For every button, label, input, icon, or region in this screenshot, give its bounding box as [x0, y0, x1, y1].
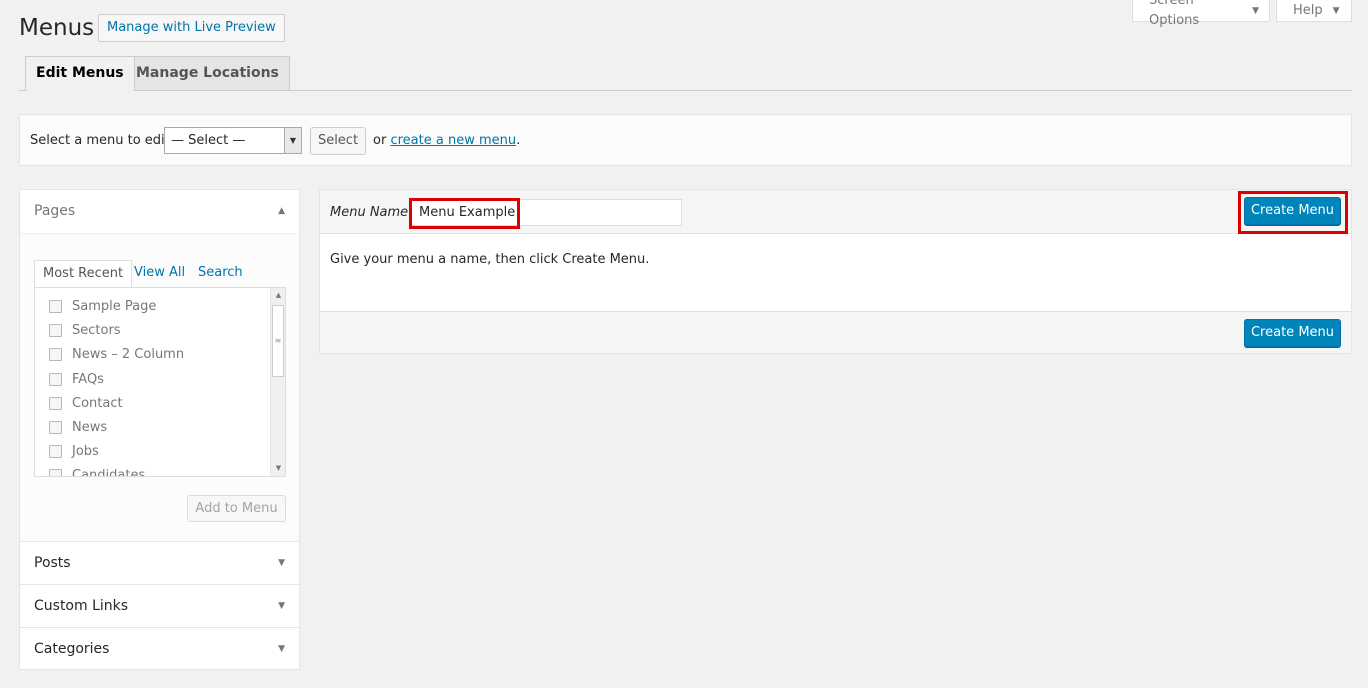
- page-label: News: [72, 419, 108, 435]
- menu-edit-panel: Menu Name Menu Example Create Menu Give …: [319, 189, 1352, 354]
- screen-options-tab[interactable]: Screen Options ▼: [1132, 0, 1270, 28]
- scroll-down-icon[interactable]: ▼: [271, 461, 285, 476]
- page-label: Jobs: [72, 443, 99, 459]
- accordion-custom-links[interactable]: Custom Links ▼: [20, 585, 299, 628]
- create-new-menu-link[interactable]: create a new menu: [390, 133, 516, 148]
- menu-select-dropdown[interactable]: — Select — ▼: [164, 127, 302, 154]
- caret-down-icon: ▼: [1332, 5, 1340, 16]
- caret-down-icon: ▼: [278, 644, 285, 654]
- menu-hint-text: Give your menu a name, then click Create…: [330, 252, 650, 267]
- caret-down-icon: ▼: [278, 558, 285, 568]
- checkbox[interactable]: [49, 444, 62, 458]
- period-text: .: [516, 133, 521, 148]
- caret-down-icon: ▼: [1252, 5, 1259, 16]
- create-menu-text: or create a new menu.: [373, 133, 520, 148]
- accordion-posts[interactable]: Posts ▼: [20, 542, 299, 585]
- menu-name-input[interactable]: Menu Example: [410, 199, 682, 226]
- help-tab[interactable]: Help ▼: [1276, 0, 1352, 22]
- tab-edit-menus[interactable]: Edit Menus: [25, 56, 135, 91]
- list-item[interactable]: News – 2 Column: [49, 344, 184, 364]
- scroll-thumb[interactable]: ≡: [272, 305, 284, 377]
- list-item[interactable]: Sample Page: [49, 296, 156, 316]
- list-item[interactable]: Jobs: [49, 441, 99, 461]
- list-item[interactable]: FAQs: [49, 369, 104, 389]
- caret-up-icon: ▲: [278, 206, 285, 216]
- select-button[interactable]: Select: [310, 127, 366, 155]
- pages-checklist: Sample Page Sectors News – 2 Column FAQs…: [34, 287, 286, 477]
- page-label: FAQs: [72, 371, 104, 387]
- create-menu-button-bottom[interactable]: Create Menu: [1244, 319, 1341, 347]
- nav-tab-divider: [19, 90, 1352, 91]
- menu-items-accordion: Pages ▲ Most Recent View All Search Samp…: [19, 189, 300, 670]
- checkbox[interactable]: [49, 347, 62, 361]
- checkbox[interactable]: [49, 299, 62, 313]
- list-item[interactable]: Contact: [49, 393, 123, 413]
- page-title: Menus: [19, 15, 95, 41]
- page-label: Contact: [72, 395, 123, 411]
- checkbox[interactable]: [49, 372, 62, 386]
- list-item[interactable]: News: [49, 417, 107, 437]
- tab-view-all[interactable]: View All: [134, 260, 185, 288]
- tab-most-recent[interactable]: Most Recent: [34, 260, 133, 288]
- live-preview-button[interactable]: Manage with Live Preview: [98, 14, 285, 42]
- accordion-pages-title: Pages: [34, 203, 76, 219]
- add-to-menu-button[interactable]: Add to Menu: [187, 495, 286, 522]
- select-menu-label: Select a menu to edit:: [30, 133, 175, 148]
- menu-edit-footer: Create Menu: [320, 311, 1351, 353]
- pages-panel: Most Recent View All Search Sample Page …: [20, 233, 299, 541]
- list-item[interactable]: Candidates: [49, 465, 146, 477]
- tab-search[interactable]: Search: [198, 260, 243, 288]
- checkbox[interactable]: [49, 420, 62, 434]
- checkbox[interactable]: [49, 468, 62, 476]
- menu-edit-header: Menu Name Menu Example Create Menu: [320, 190, 1351, 234]
- page-label: News – 2 Column: [72, 346, 185, 362]
- screen-options-label: Screen Options: [1149, 0, 1200, 28]
- scroll-up-icon[interactable]: ▲: [271, 288, 285, 303]
- accordion-categories[interactable]: Categories ▼: [20, 628, 299, 671]
- chevron-down-icon: ▼: [284, 128, 301, 153]
- tab-manage-locations[interactable]: Manage Locations: [125, 56, 290, 90]
- page-label: Sectors: [72, 322, 121, 338]
- menu-select-value: — Select —: [171, 133, 246, 148]
- or-text: or: [373, 133, 387, 148]
- list-item[interactable]: Sectors: [49, 320, 121, 340]
- list-scrollbar[interactable]: ▲ ≡ ▼: [270, 288, 285, 476]
- page-label: Sample Page: [72, 298, 157, 314]
- caret-down-icon: ▼: [278, 601, 285, 611]
- accordion-categories-title: Categories: [34, 641, 110, 657]
- create-menu-button[interactable]: Create Menu: [1244, 197, 1341, 225]
- accordion-pages[interactable]: Pages ▲: [20, 190, 299, 233]
- help-label: Help: [1293, 2, 1323, 18]
- accordion-custom-links-title: Custom Links: [34, 598, 129, 614]
- checkbox[interactable]: [49, 323, 62, 337]
- accordion-posts-title: Posts: [34, 555, 71, 571]
- page-label: Candidates: [72, 467, 146, 477]
- menu-name-label: Menu Name: [330, 205, 409, 220]
- checkbox[interactable]: [49, 396, 62, 410]
